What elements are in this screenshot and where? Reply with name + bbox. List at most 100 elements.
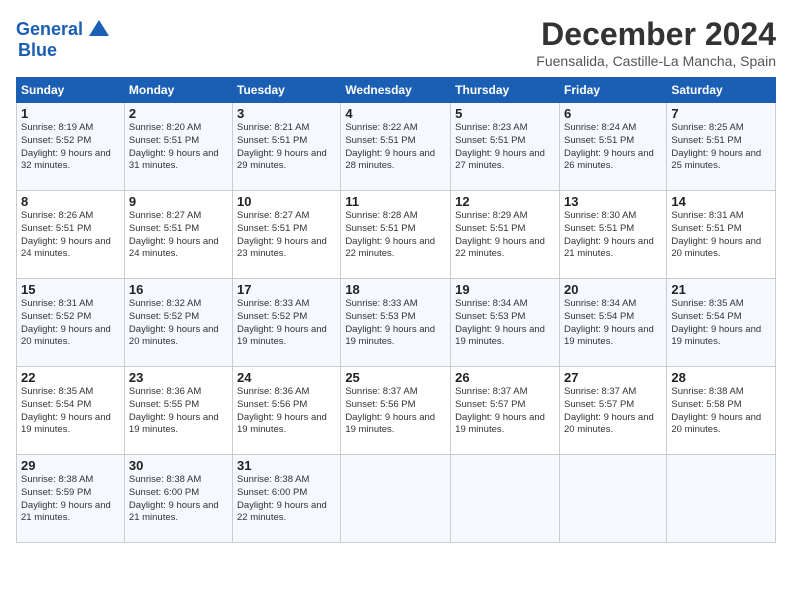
- day-info: Sunrise: 8:19 AMSunset: 5:52 PMDaylight:…: [21, 122, 120, 173]
- calendar-week-3: 15Sunrise: 8:31 AMSunset: 5:52 PMDayligh…: [17, 279, 776, 367]
- page-header: General Blue December 2024 Fuensalida, C…: [16, 16, 776, 69]
- day-number: 8: [21, 194, 120, 209]
- calendar-cell: 14Sunrise: 8:31 AMSunset: 5:51 PMDayligh…: [667, 191, 776, 279]
- calendar-cell: 26Sunrise: 8:37 AMSunset: 5:57 PMDayligh…: [451, 367, 560, 455]
- day-info: Sunrise: 8:29 AMSunset: 5:51 PMDaylight:…: [455, 210, 555, 261]
- calendar-cell: 30Sunrise: 8:38 AMSunset: 6:00 PMDayligh…: [124, 455, 232, 543]
- calendar-cell: 17Sunrise: 8:33 AMSunset: 5:52 PMDayligh…: [233, 279, 341, 367]
- day-info: Sunrise: 8:37 AMSunset: 5:57 PMDaylight:…: [455, 386, 555, 437]
- location: Fuensalida, Castille-La Mancha, Spain: [536, 53, 776, 69]
- day-info: Sunrise: 8:21 AMSunset: 5:51 PMDaylight:…: [237, 122, 336, 173]
- calendar-cell: 16Sunrise: 8:32 AMSunset: 5:52 PMDayligh…: [124, 279, 232, 367]
- day-number: 5: [455, 106, 555, 121]
- calendar-cell: 23Sunrise: 8:36 AMSunset: 5:55 PMDayligh…: [124, 367, 232, 455]
- day-number: 16: [129, 282, 228, 297]
- calendar-cell: 6Sunrise: 8:24 AMSunset: 5:51 PMDaylight…: [559, 103, 666, 191]
- day-info: Sunrise: 8:33 AMSunset: 5:53 PMDaylight:…: [345, 298, 446, 349]
- day-number: 22: [21, 370, 120, 385]
- calendar-cell: 25Sunrise: 8:37 AMSunset: 5:56 PMDayligh…: [341, 367, 451, 455]
- day-number: 30: [129, 458, 228, 473]
- day-number: 4: [345, 106, 446, 121]
- logo: General Blue: [16, 16, 113, 61]
- day-info: Sunrise: 8:24 AMSunset: 5:51 PMDaylight:…: [564, 122, 662, 173]
- calendar-cell: 9Sunrise: 8:27 AMSunset: 5:51 PMDaylight…: [124, 191, 232, 279]
- calendar-cell: 20Sunrise: 8:34 AMSunset: 5:54 PMDayligh…: [559, 279, 666, 367]
- day-info: Sunrise: 8:36 AMSunset: 5:55 PMDaylight:…: [129, 386, 228, 437]
- calendar-cell: 29Sunrise: 8:38 AMSunset: 5:59 PMDayligh…: [17, 455, 125, 543]
- day-number: 17: [237, 282, 336, 297]
- day-number: 12: [455, 194, 555, 209]
- day-number: 21: [671, 282, 771, 297]
- calendar-cell: 22Sunrise: 8:35 AMSunset: 5:54 PMDayligh…: [17, 367, 125, 455]
- calendar-cell: 3Sunrise: 8:21 AMSunset: 5:51 PMDaylight…: [233, 103, 341, 191]
- day-info: Sunrise: 8:38 AMSunset: 6:00 PMDaylight:…: [237, 474, 336, 525]
- day-info: Sunrise: 8:36 AMSunset: 5:56 PMDaylight:…: [237, 386, 336, 437]
- calendar-cell: 15Sunrise: 8:31 AMSunset: 5:52 PMDayligh…: [17, 279, 125, 367]
- header-friday: Friday: [559, 78, 666, 103]
- day-number: 31: [237, 458, 336, 473]
- day-info: Sunrise: 8:27 AMSunset: 5:51 PMDaylight:…: [129, 210, 228, 261]
- logo-text: General: [16, 20, 83, 40]
- calendar-cell: 5Sunrise: 8:23 AMSunset: 5:51 PMDaylight…: [451, 103, 560, 191]
- month-title: December 2024: [536, 16, 776, 53]
- day-info: Sunrise: 8:37 AMSunset: 5:57 PMDaylight:…: [564, 386, 662, 437]
- day-number: 11: [345, 194, 446, 209]
- day-info: Sunrise: 8:32 AMSunset: 5:52 PMDaylight:…: [129, 298, 228, 349]
- header-thursday: Thursday: [451, 78, 560, 103]
- calendar-cell: 31Sunrise: 8:38 AMSunset: 6:00 PMDayligh…: [233, 455, 341, 543]
- day-number: 20: [564, 282, 662, 297]
- calendar-cell: 28Sunrise: 8:38 AMSunset: 5:58 PMDayligh…: [667, 367, 776, 455]
- day-info: Sunrise: 8:35 AMSunset: 5:54 PMDaylight:…: [671, 298, 771, 349]
- calendar-cell: [559, 455, 666, 543]
- header-wednesday: Wednesday: [341, 78, 451, 103]
- calendar-cell: 11Sunrise: 8:28 AMSunset: 5:51 PMDayligh…: [341, 191, 451, 279]
- day-number: 18: [345, 282, 446, 297]
- day-number: 25: [345, 370, 446, 385]
- calendar-cell: 7Sunrise: 8:25 AMSunset: 5:51 PMDaylight…: [667, 103, 776, 191]
- day-number: 13: [564, 194, 662, 209]
- calendar-cell: [451, 455, 560, 543]
- day-info: Sunrise: 8:31 AMSunset: 5:51 PMDaylight:…: [671, 210, 771, 261]
- day-info: Sunrise: 8:38 AMSunset: 5:58 PMDaylight:…: [671, 386, 771, 437]
- calendar-cell: 8Sunrise: 8:26 AMSunset: 5:51 PMDaylight…: [17, 191, 125, 279]
- day-info: Sunrise: 8:22 AMSunset: 5:51 PMDaylight:…: [345, 122, 446, 173]
- calendar-cell: 19Sunrise: 8:34 AMSunset: 5:53 PMDayligh…: [451, 279, 560, 367]
- day-number: 2: [129, 106, 228, 121]
- calendar-cell: 10Sunrise: 8:27 AMSunset: 5:51 PMDayligh…: [233, 191, 341, 279]
- day-info: Sunrise: 8:30 AMSunset: 5:51 PMDaylight:…: [564, 210, 662, 261]
- day-number: 1: [21, 106, 120, 121]
- header-tuesday: Tuesday: [233, 78, 341, 103]
- day-info: Sunrise: 8:28 AMSunset: 5:51 PMDaylight:…: [345, 210, 446, 261]
- day-info: Sunrise: 8:35 AMSunset: 5:54 PMDaylight:…: [21, 386, 120, 437]
- day-number: 15: [21, 282, 120, 297]
- day-info: Sunrise: 8:34 AMSunset: 5:53 PMDaylight:…: [455, 298, 555, 349]
- day-info: Sunrise: 8:27 AMSunset: 5:51 PMDaylight:…: [237, 210, 336, 261]
- title-section: December 2024 Fuensalida, Castille-La Ma…: [536, 16, 776, 69]
- calendar-cell: [667, 455, 776, 543]
- header-monday: Monday: [124, 78, 232, 103]
- day-number: 10: [237, 194, 336, 209]
- calendar-cell: 1Sunrise: 8:19 AMSunset: 5:52 PMDaylight…: [17, 103, 125, 191]
- day-number: 3: [237, 106, 336, 121]
- day-info: Sunrise: 8:38 AMSunset: 6:00 PMDaylight:…: [129, 474, 228, 525]
- calendar-cell: 13Sunrise: 8:30 AMSunset: 5:51 PMDayligh…: [559, 191, 666, 279]
- day-number: 6: [564, 106, 662, 121]
- day-info: Sunrise: 8:31 AMSunset: 5:52 PMDaylight:…: [21, 298, 120, 349]
- day-number: 24: [237, 370, 336, 385]
- calendar-cell: 12Sunrise: 8:29 AMSunset: 5:51 PMDayligh…: [451, 191, 560, 279]
- calendar-cell: [341, 455, 451, 543]
- calendar-cell: 24Sunrise: 8:36 AMSunset: 5:56 PMDayligh…: [233, 367, 341, 455]
- day-number: 29: [21, 458, 120, 473]
- day-info: Sunrise: 8:37 AMSunset: 5:56 PMDaylight:…: [345, 386, 446, 437]
- day-number: 9: [129, 194, 228, 209]
- day-info: Sunrise: 8:26 AMSunset: 5:51 PMDaylight:…: [21, 210, 120, 261]
- calendar-week-5: 29Sunrise: 8:38 AMSunset: 5:59 PMDayligh…: [17, 455, 776, 543]
- day-info: Sunrise: 8:38 AMSunset: 5:59 PMDaylight:…: [21, 474, 120, 525]
- day-info: Sunrise: 8:33 AMSunset: 5:52 PMDaylight:…: [237, 298, 336, 349]
- calendar-table: Sunday Monday Tuesday Wednesday Thursday…: [16, 77, 776, 543]
- page-container: General Blue December 2024 Fuensalida, C…: [0, 0, 792, 551]
- day-number: 23: [129, 370, 228, 385]
- calendar-header-row: Sunday Monday Tuesday Wednesday Thursday…: [17, 78, 776, 103]
- day-number: 7: [671, 106, 771, 121]
- calendar-week-2: 8Sunrise: 8:26 AMSunset: 5:51 PMDaylight…: [17, 191, 776, 279]
